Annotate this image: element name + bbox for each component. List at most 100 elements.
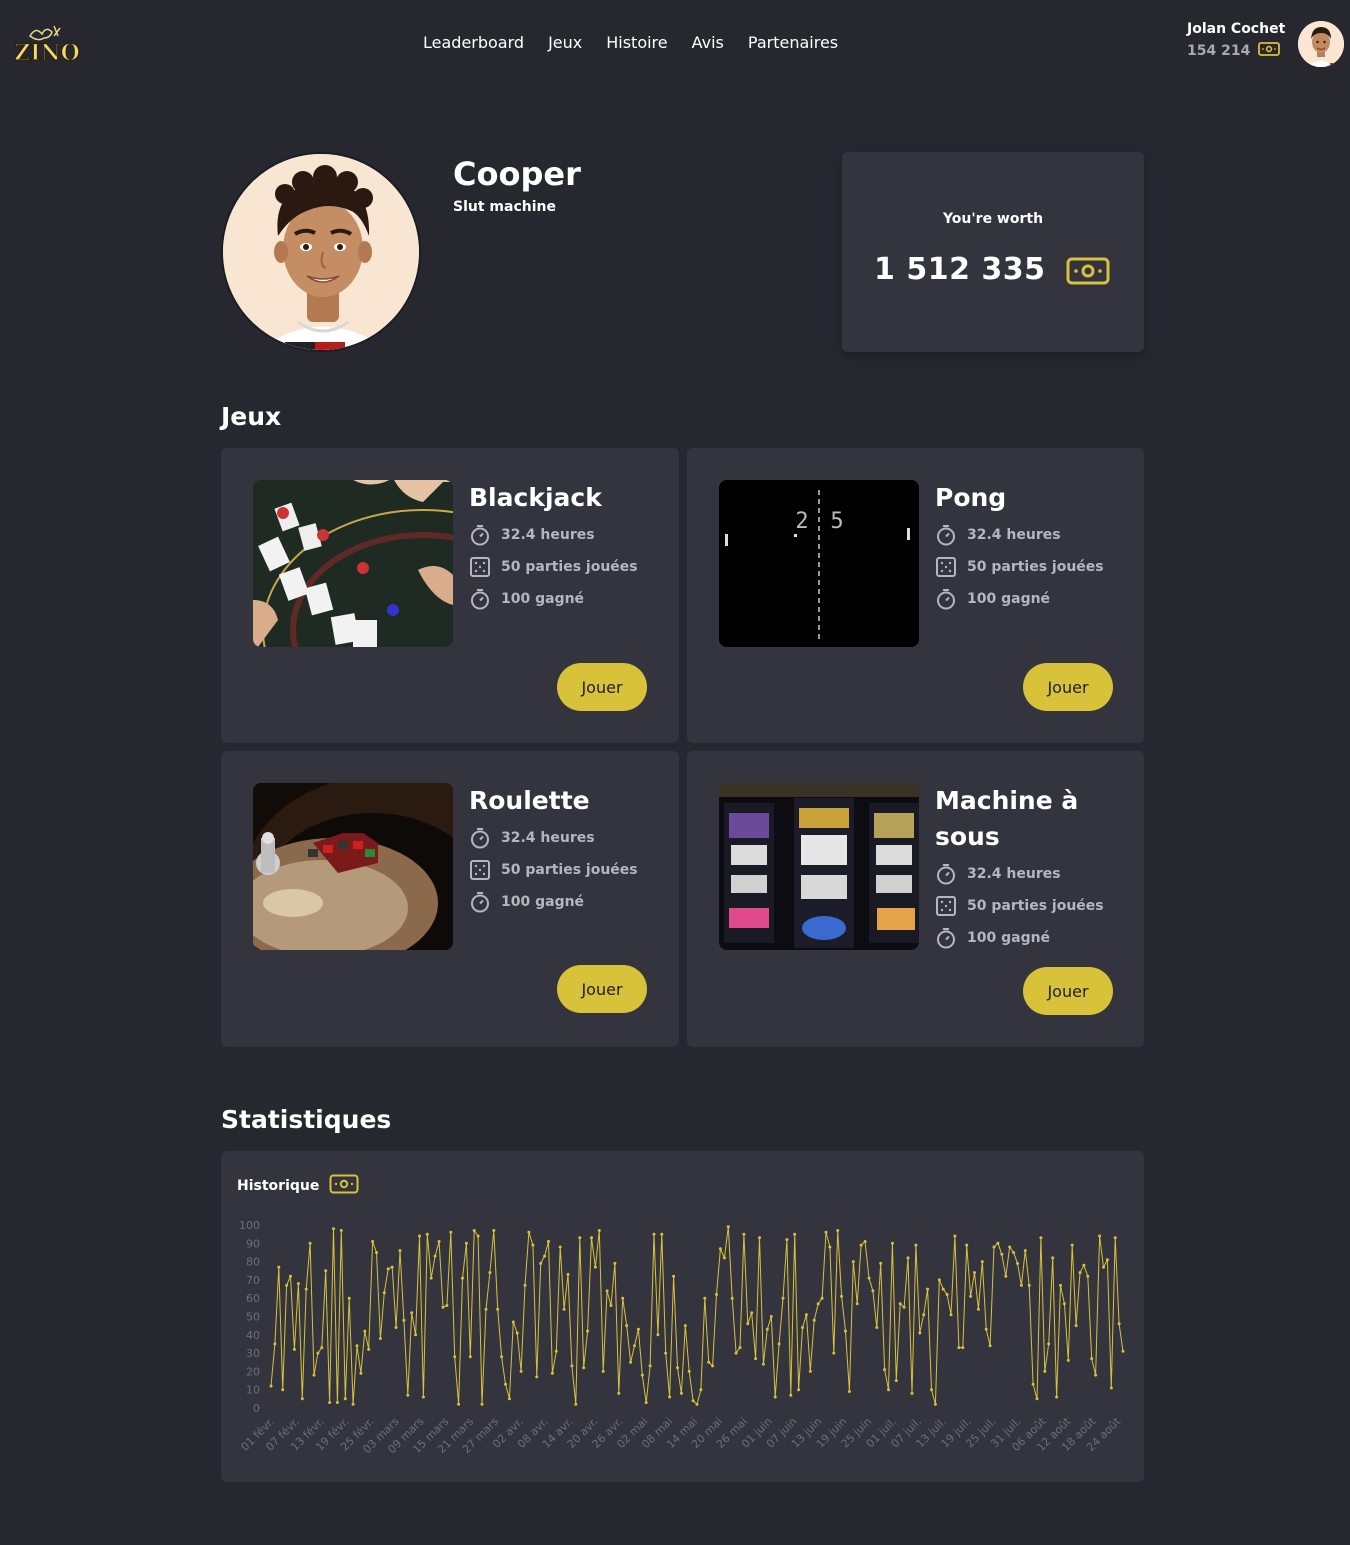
data-point[interactable]	[1078, 1271, 1082, 1275]
data-point[interactable]	[414, 1333, 418, 1337]
data-point[interactable]	[906, 1256, 910, 1260]
data-point[interactable]	[367, 1347, 371, 1351]
data-point[interactable]	[375, 1251, 378, 1254]
data-point[interactable]	[1121, 1349, 1125, 1353]
data-point[interactable]	[969, 1294, 973, 1298]
data-point[interactable]	[386, 1267, 390, 1271]
data-point[interactable]	[359, 1371, 363, 1375]
data-point[interactable]	[687, 1369, 691, 1373]
data-point[interactable]	[531, 1243, 535, 1247]
data-point[interactable]	[339, 1229, 343, 1232]
data-point[interactable]	[933, 1402, 937, 1406]
data-point[interactable]	[1008, 1245, 1012, 1249]
data-point[interactable]	[695, 1402, 699, 1406]
data-point[interactable]	[922, 1313, 926, 1317]
data-point[interactable]	[328, 1401, 332, 1404]
data-point[interactable]	[335, 1401, 339, 1404]
data-point[interactable]	[711, 1364, 715, 1368]
nav-leaderboard[interactable]: Leaderboard	[423, 33, 524, 52]
data-point[interactable]	[1023, 1249, 1027, 1253]
data-point[interactable]	[996, 1241, 1000, 1245]
data-point[interactable]	[656, 1333, 660, 1337]
data-point[interactable]	[394, 1326, 398, 1329]
data-point[interactable]	[347, 1296, 351, 1300]
data-point[interactable]	[926, 1287, 930, 1291]
data-point[interactable]	[480, 1402, 484, 1406]
data-point[interactable]	[773, 1395, 777, 1399]
data-point[interactable]	[332, 1227, 335, 1231]
data-point[interactable]	[965, 1243, 969, 1247]
data-point[interactable]	[308, 1241, 312, 1245]
data-point[interactable]	[625, 1324, 629, 1328]
data-point[interactable]	[547, 1240, 550, 1243]
data-point[interactable]	[957, 1346, 961, 1350]
data-point[interactable]	[320, 1346, 324, 1350]
data-point[interactable]	[421, 1395, 425, 1399]
data-point[interactable]	[750, 1311, 754, 1315]
data-point[interactable]	[883, 1368, 887, 1372]
data-point[interactable]	[586, 1329, 590, 1333]
data-point[interactable]	[289, 1274, 292, 1278]
data-point[interactable]	[566, 1272, 570, 1276]
data-point[interactable]	[316, 1351, 320, 1355]
data-point[interactable]	[312, 1373, 316, 1377]
data-point[interactable]	[992, 1245, 996, 1249]
data-point[interactable]	[785, 1238, 789, 1242]
data-point[interactable]	[476, 1234, 480, 1238]
data-point[interactable]	[840, 1294, 844, 1298]
data-point[interactable]	[1074, 1324, 1078, 1328]
data-point[interactable]	[363, 1329, 367, 1333]
data-point[interactable]	[1004, 1274, 1008, 1278]
data-point[interactable]	[418, 1234, 421, 1238]
data-point[interactable]	[730, 1296, 734, 1300]
data-point[interactable]	[429, 1276, 433, 1280]
data-point[interactable]	[1082, 1263, 1086, 1267]
data-point[interactable]	[664, 1351, 668, 1355]
data-point[interactable]	[824, 1230, 828, 1234]
data-point[interactable]	[668, 1395, 672, 1399]
data-point[interactable]	[930, 1388, 933, 1392]
data-point[interactable]	[500, 1355, 504, 1359]
data-point[interactable]	[652, 1232, 656, 1236]
data-point[interactable]	[988, 1344, 992, 1348]
data-point[interactable]	[1047, 1342, 1051, 1346]
data-point[interactable]	[726, 1225, 730, 1229]
data-point[interactable]	[672, 1274, 676, 1278]
data-point[interactable]	[277, 1265, 281, 1269]
data-point[interactable]	[1109, 1386, 1113, 1390]
data-point[interactable]	[847, 1390, 851, 1393]
data-point[interactable]	[1062, 1302, 1066, 1306]
data-point[interactable]	[633, 1344, 636, 1348]
data-point[interactable]	[1019, 1283, 1023, 1287]
data-point[interactable]	[1070, 1243, 1074, 1247]
data-point[interactable]	[441, 1305, 445, 1309]
data-point[interactable]	[836, 1229, 840, 1232]
data-point[interactable]	[941, 1287, 945, 1291]
data-point[interactable]	[457, 1402, 461, 1406]
play-button-blackjack[interactable]: Jouer	[557, 663, 647, 711]
data-point[interactable]	[398, 1249, 402, 1253]
data-point[interactable]	[777, 1342, 781, 1346]
play-button-slot-machine[interactable]: Jouer	[1023, 967, 1113, 1015]
data-point[interactable]	[1094, 1373, 1098, 1377]
data-point[interactable]	[851, 1260, 855, 1264]
data-point[interactable]	[621, 1296, 625, 1300]
data-point[interactable]	[980, 1260, 984, 1264]
data-point[interactable]	[324, 1269, 328, 1273]
data-point[interactable]	[718, 1247, 722, 1251]
data-point[interactable]	[867, 1276, 871, 1280]
data-point[interactable]	[722, 1256, 726, 1260]
data-point[interactable]	[488, 1271, 492, 1275]
data-point[interactable]	[640, 1373, 644, 1377]
data-point[interactable]	[742, 1232, 746, 1236]
data-point[interactable]	[801, 1326, 804, 1329]
data-point[interactable]	[605, 1289, 609, 1293]
data-point[interactable]	[961, 1346, 965, 1350]
data-point[interactable]	[699, 1388, 703, 1392]
data-point[interactable]	[875, 1326, 879, 1329]
user-avatar[interactable]	[1298, 21, 1344, 67]
data-point[interactable]	[812, 1318, 816, 1322]
data-point[interactable]	[648, 1364, 652, 1368]
data-point[interactable]	[863, 1240, 867, 1243]
data-point[interactable]	[570, 1364, 574, 1368]
